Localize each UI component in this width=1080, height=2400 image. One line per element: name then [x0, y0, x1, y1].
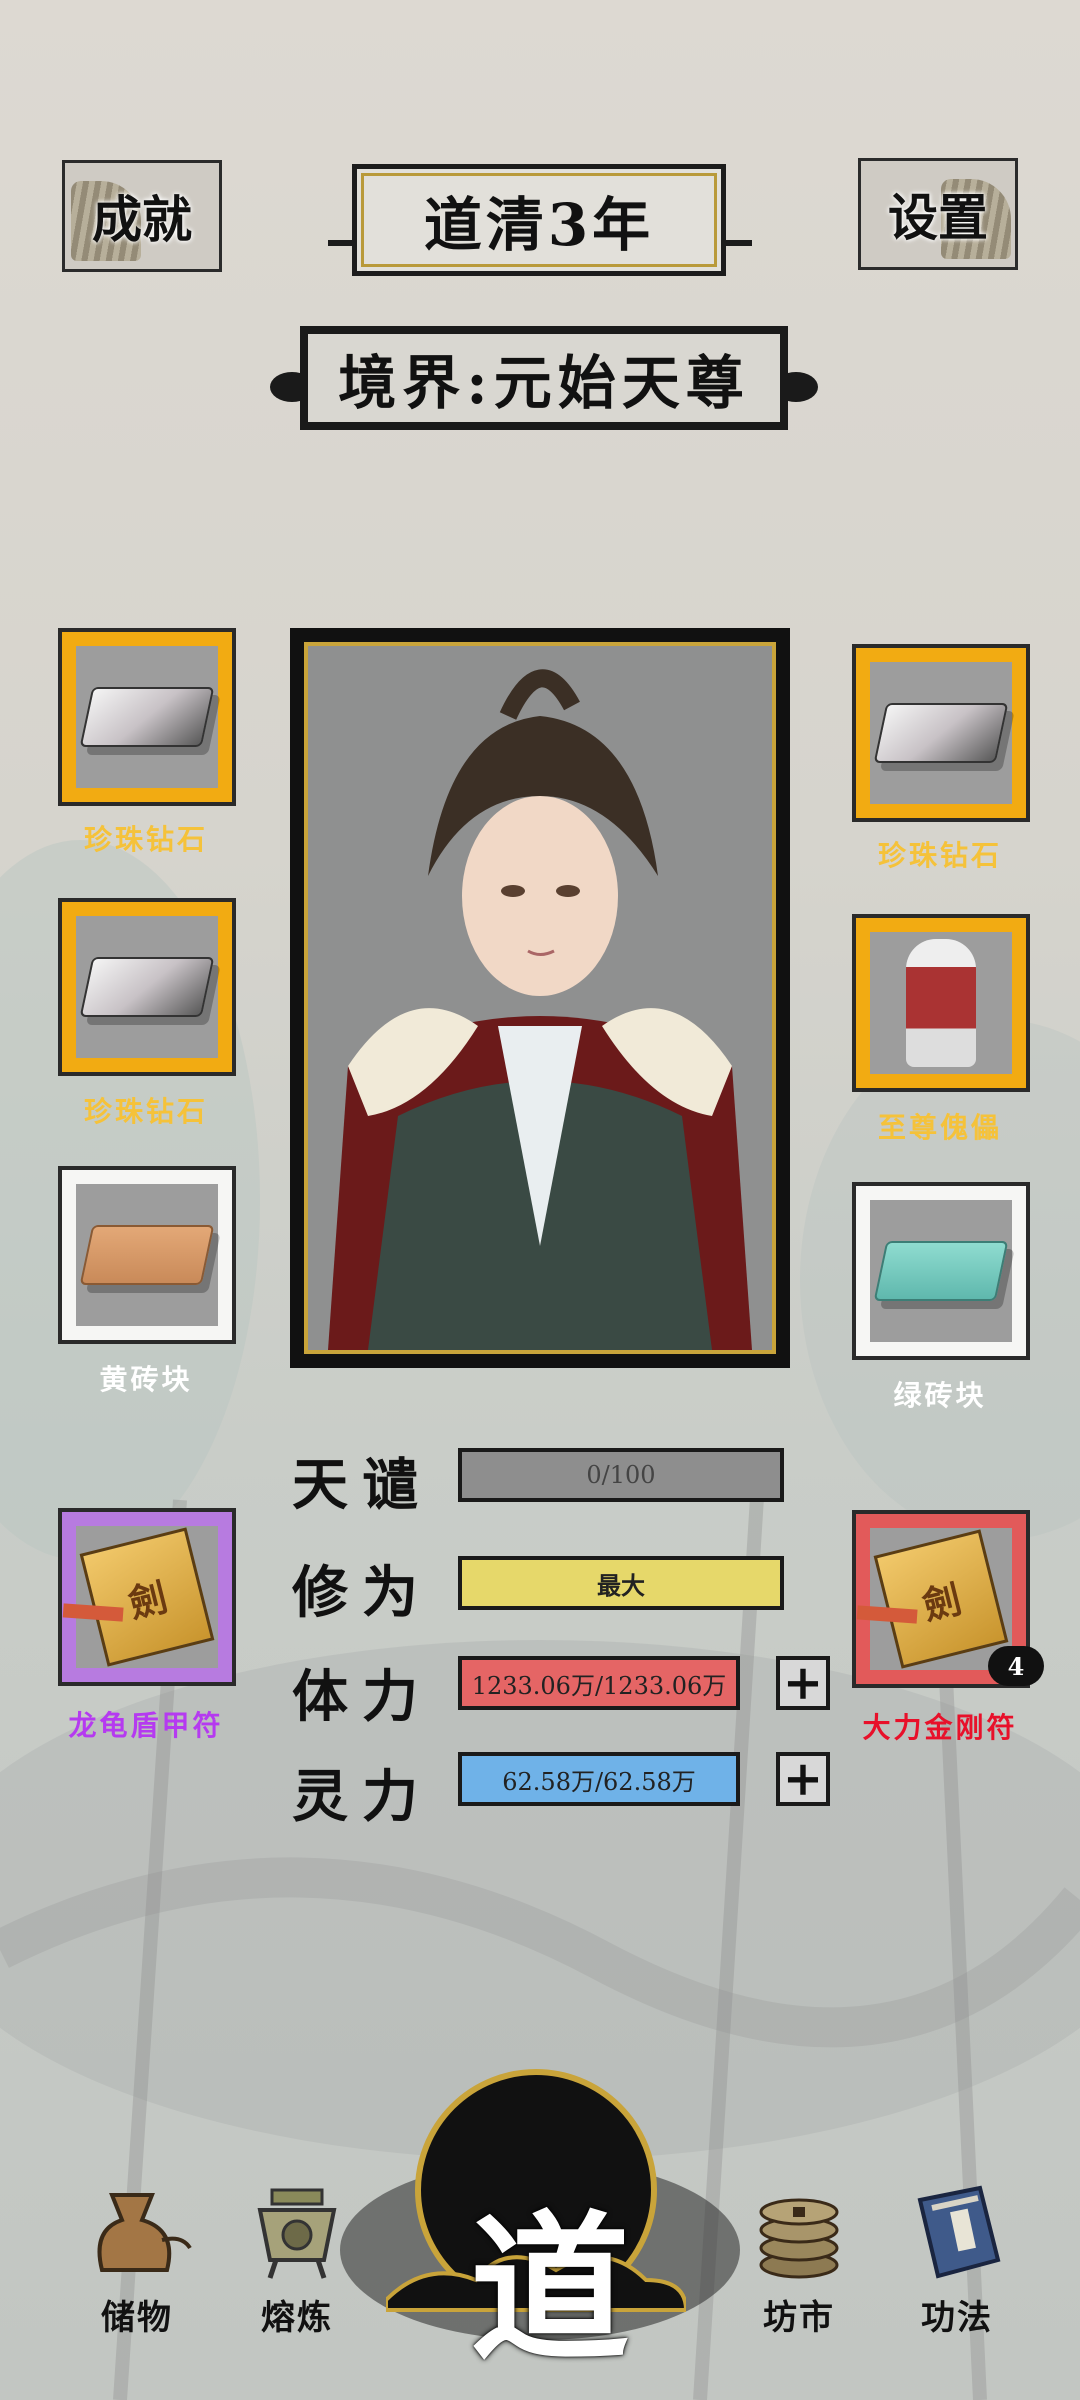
xiuwei-bar: 最大 [458, 1556, 784, 1610]
settings-button[interactable]: 设置 [858, 158, 1018, 270]
item-count-badge: 4 [988, 1646, 1044, 1686]
lingli-label: 灵力 [292, 1764, 432, 1830]
right-item-label-4: 大力金刚符 [862, 1711, 1018, 1744]
right-item-label-1: 珍珠钻石 [877, 839, 1002, 872]
right-item-slot-3[interactable] [852, 1182, 1030, 1360]
nav-market[interactable]: 坊市 [724, 2180, 874, 2339]
portrait-inner [304, 642, 776, 1354]
cauldron-icon [242, 2180, 352, 2280]
character-portrait[interactable] [290, 628, 790, 1368]
left-item-label-2: 珍珠钻石 [83, 1095, 208, 1128]
pearl-diamond-icon [79, 687, 215, 747]
nav-market-label: 坊市 [763, 2298, 835, 2338]
lingli-plus-button[interactable]: + [776, 1752, 830, 1806]
right-item-slot-2[interactable] [852, 914, 1030, 1092]
left-item-label-1: 珍珠钻石 [83, 823, 208, 856]
realm-title: 境界:元始天尊 [300, 326, 788, 430]
right-item-label-3: 绿砖块 [893, 1379, 987, 1412]
pearl-diamond-icon [79, 957, 215, 1017]
puppet-icon [906, 939, 976, 1067]
tili-label: 体力 [292, 1664, 432, 1730]
nav-smelt[interactable]: 熔炼 [222, 2180, 372, 2339]
settings-label: 设置 [888, 188, 988, 247]
right-item-slot-1[interactable] [852, 644, 1030, 822]
book-icon [902, 2180, 1012, 2280]
tianqian-label: 天谴 [292, 1452, 432, 1518]
left-item-slot-1[interactable] [58, 628, 236, 806]
dao-main-button[interactable]: 道 [430, 2160, 670, 2392]
tili-plus-button[interactable]: + [776, 1656, 830, 1710]
year-title: 道清3年 [352, 164, 726, 276]
nav-skills[interactable]: 功法 [882, 2180, 1032, 2339]
talisman-icon: 劍 [79, 1527, 215, 1667]
left-item-slot-4[interactable]: 劍 [58, 1508, 236, 1686]
right-item-label-2: 至尊傀儡 [877, 1111, 1002, 1144]
character-avatar [308, 646, 772, 1350]
nav-storage-label: 储物 [101, 2298, 173, 2338]
pouch-icon [82, 2180, 192, 2280]
achievements-button[interactable]: 成就 [62, 160, 222, 272]
nav-skills-label: 功法 [921, 2298, 993, 2338]
lingli-bar: 62.58万/62.58万 [458, 1752, 740, 1806]
tili-bar: 1233.06万/1233.06万 [458, 1656, 740, 1710]
coins-icon [744, 2180, 854, 2280]
achievements-label: 成就 [92, 190, 192, 249]
left-item-slot-3[interactable] [58, 1166, 236, 1344]
yellow-brick-icon [79, 1225, 215, 1285]
xiuwei-label: 修为 [292, 1560, 432, 1626]
left-item-slot-2[interactable] [58, 898, 236, 1076]
left-item-label-3: 黄砖块 [99, 1363, 193, 1396]
talisman-icon: 劍 [873, 1529, 1009, 1669]
pearl-diamond-icon [873, 703, 1009, 763]
nav-smelt-label: 熔炼 [261, 2298, 333, 2338]
tianqian-bar: 0/100 [458, 1448, 784, 1502]
green-brick-icon [873, 1241, 1009, 1301]
nav-storage[interactable]: 储物 [62, 2180, 212, 2339]
left-item-label-4: 龙龟盾甲符 [68, 1709, 224, 1742]
